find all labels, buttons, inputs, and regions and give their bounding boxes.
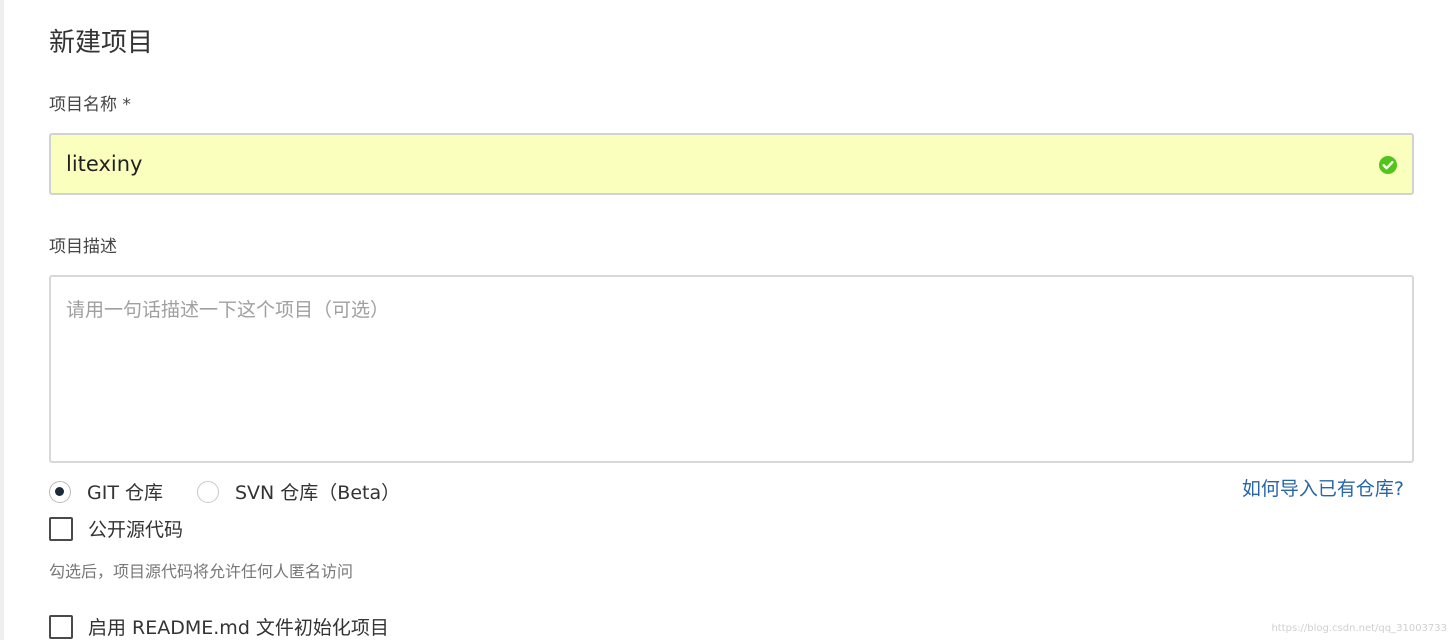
public-source-checkbox[interactable]: 公开源代码 [49, 515, 183, 542]
watermark: https://blog.csdn.net/qq_31003733 [1271, 623, 1447, 634]
readme-init-checkbox-box[interactable] [49, 614, 73, 639]
project-description-label: 项目描述 [49, 237, 117, 257]
radio-svn-label: SVN 仓库（Beta） [235, 482, 401, 504]
public-source-checkbox-box[interactable] [49, 516, 73, 541]
radio-git-repo[interactable]: GIT 仓库 [49, 478, 163, 505]
radio-git-indicator[interactable] [49, 480, 71, 503]
project-description-textarea[interactable] [49, 275, 1414, 463]
radio-git-label: GIT 仓库 [87, 482, 163, 504]
readme-init-checkbox[interactable]: 启用 README.md 文件初始化项目 [49, 613, 389, 640]
project-name-input[interactable] [51, 135, 1412, 193]
import-existing-repo-link[interactable]: 如何导入已有仓库? [1242, 474, 1404, 501]
project-name-label: 项目名称 * [49, 95, 131, 115]
page-title: 新建项目 [49, 28, 154, 58]
public-source-label: 公开源代码 [88, 519, 184, 541]
public-source-hint: 勾选后，项目源代码将允许任何人匿名访问 [49, 562, 354, 581]
check-circle-icon [1379, 156, 1397, 174]
readme-init-label: 启用 README.md 文件初始化项目 [88, 617, 389, 639]
page-left-edge [0, 0, 4, 640]
project-name-field [49, 133, 1414, 195]
radio-svn-indicator[interactable] [197, 480, 219, 503]
radio-svn-repo[interactable]: SVN 仓库（Beta） [197, 478, 400, 505]
